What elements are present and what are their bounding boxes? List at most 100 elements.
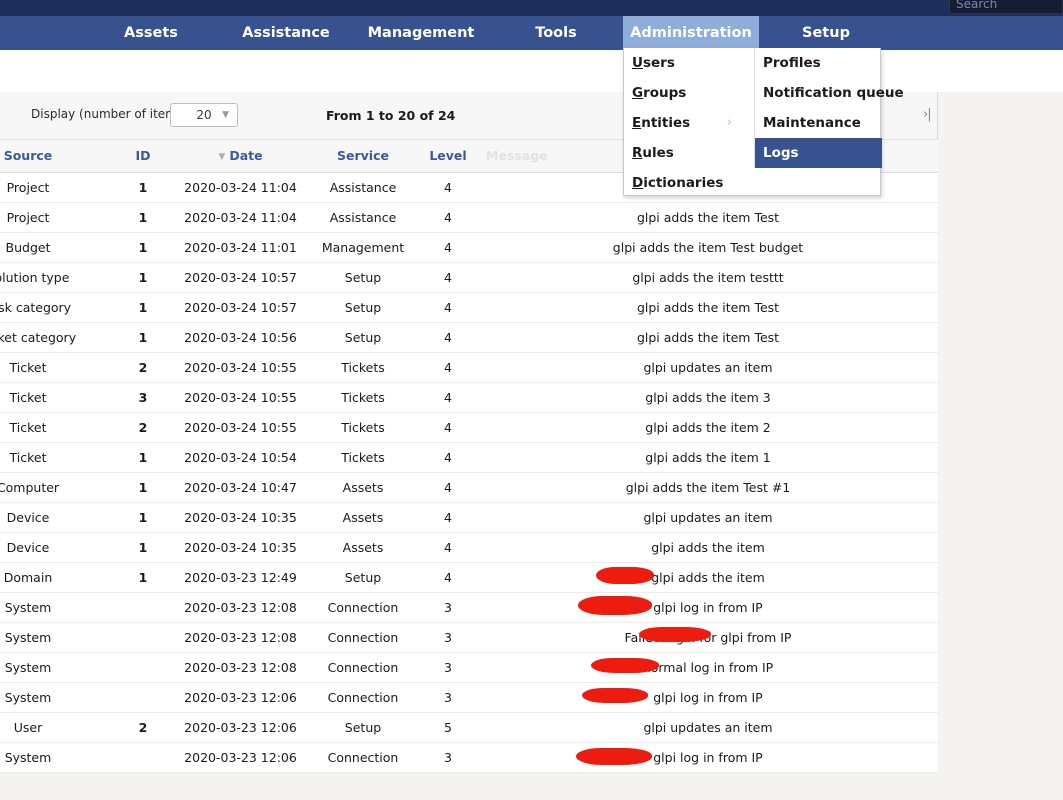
cell-id-text: 1 [138,239,148,255]
cell-source: User [0,712,113,743]
search-input[interactable]: Search [949,0,1063,14]
column-header-date[interactable]: ▼ Date [173,140,308,173]
main-menu-bar: Assets Assistance Management Tools Administr… [0,16,1063,50]
cell-service: Assistance [308,172,418,203]
table-row[interactable]: Ticket category 1 2020-03-24 10:56 Setup 4 gl… [0,322,938,353]
column-header-service[interactable]: Service [308,140,418,173]
cell-service-text: Assets [342,539,384,555]
cell-source-text: System [4,659,52,675]
cell-date-text: 2020-03-24 10:35 [184,539,297,555]
cell-date-text: 2020-03-23 12:06 [184,749,297,765]
table-row[interactable]: Device 1 2020-03-24 10:35 Assets 4 glpi adds … [0,532,938,563]
cell-service-text: Setup [344,569,382,585]
cell-level-text: 4 [444,389,452,405]
menu-item-setup[interactable]: Setup [781,16,871,50]
dropdown-item-label: Profiles [763,55,821,71]
cell-service: Tickets [308,442,418,473]
dropdown-column-right: Profiles Notification queue Maintenance Log… [754,48,904,168]
table-row[interactable]: System 2020-03-23 12:06 Connection 3 glpi lo… [0,682,938,713]
cell-source: Project [0,202,113,233]
menu-item-assets[interactable]: Assets [104,16,198,50]
last-page-icon[interactable]: ›| [923,107,932,122]
cell-service: Assets [308,502,418,533]
display-count-select[interactable]: 20 ▼ [170,103,238,127]
table-row[interactable]: Ticket 3 2020-03-24 10:55 Tickets 4 glpi adds… [0,382,938,413]
table-row[interactable]: Computer 1 2020-03-24 10:47 Assets 4 glpi add… [0,472,938,503]
cell-level: 4 [418,412,478,443]
cell-source: System [0,682,113,713]
cell-date: 2020-03-24 10:56 [173,322,308,353]
column-header-source[interactable]: Source [0,140,113,173]
menu-item-assistance[interactable]: Assistance [228,16,344,50]
table-row[interactable]: System 2020-03-23 12:06 Connection 3 glpi lo… [0,742,938,773]
dropdown-item-rules[interactable]: Rules [624,138,754,168]
column-header-id[interactable]: ID [113,140,173,173]
table-row[interactable]: Domain 1 2020-03-23 12:49 Setup 4 glpi adds t… [0,562,938,593]
redaction-mark [596,566,654,584]
table-row[interactable]: Budget 1 2020-03-24 11:01 Management 4 glpi a… [0,232,938,263]
cell-service: Connection [308,742,418,773]
table-row[interactable]: Task category 1 2020-03-24 10:57 Setup 4 glpi… [0,292,938,323]
cell-date-text: 2020-03-23 12:06 [184,689,297,705]
cell-date-text: 2020-03-24 11:04 [184,209,297,225]
menu-item-administration[interactable]: Administration [623,16,759,50]
cell-level-text: 4 [444,269,452,285]
cell-source: Budget [0,232,113,263]
cell-source: Device [0,502,113,533]
cell-message: Failed login for glpi from IP [478,622,938,653]
dropdown-item-logs[interactable]: Logs [755,138,882,168]
dropdown-item-maintenance[interactable]: Maintenance [755,108,882,138]
table-row[interactable]: Project 1 2020-03-24 11:04 Assistance 4 glpi … [0,202,938,233]
table-row[interactable]: Ticket 2 2020-03-24 10:55 Tickets 4 glpi upda… [0,352,938,383]
cell-source-text: Ticket [9,449,47,465]
cell-service: Tickets [308,352,418,383]
column-header-level[interactable]: Level [418,140,478,173]
cell-message: glpi adds the item 2 [478,412,938,443]
cell-message-text: glpi adds the item Test #1 [625,479,791,495]
cell-service: Connection [308,622,418,653]
table-row[interactable]: Solution type 1 2020-03-24 10:57 Setup 4 glpi… [0,262,938,293]
cell-service: Setup [308,322,418,353]
cell-date: 2020-03-23 12:06 [173,682,308,713]
cell-date-text: 2020-03-23 12:49 [184,569,297,585]
menu-item-management[interactable]: Management [358,16,484,50]
cell-date: 2020-03-23 12:06 [173,742,308,773]
table-row[interactable]: System 2020-03-23 12:08 Connection 3 normal … [0,652,938,683]
cell-date: 2020-03-23 12:08 [173,592,308,623]
table-row[interactable]: Ticket 1 2020-03-24 10:54 Tickets 4 glpi adds… [0,442,938,473]
cell-date-text: 2020-03-24 10:55 [184,419,297,435]
cell-level-text: 3 [444,659,452,675]
dropdown-item-label: Logs [763,145,799,161]
cell-message-text: glpi adds the item Test [636,299,780,315]
cell-source-text: Device [6,539,50,555]
cell-level: 4 [418,232,478,263]
accesskey-letter: D [632,175,644,191]
menu-item-tools[interactable]: Tools [512,16,600,50]
table-row[interactable]: System 2020-03-23 12:08 Connection 3 glpi lo… [0,592,938,623]
cell-id: 2 [113,352,173,383]
cell-message: glpi updates an item [478,352,938,383]
cell-message-text: glpi updates an item [643,509,773,525]
dropdown-item-label: roups [643,85,687,101]
dropdown-item-users[interactable]: Users [624,48,754,78]
dropdown-item-notification-queue[interactable]: Notification queue [755,78,904,108]
cell-message-text: glpi adds the item Test [636,329,780,345]
cell-service-text: Setup [344,329,382,345]
dropdown-item-groups[interactable]: Groups [624,78,754,108]
cell-source-text: System [4,599,52,615]
cell-source: Ticket [0,442,113,473]
dropdown-column-left: Users Groups Entities › Rules Dictionaries [624,48,754,198]
cell-level-text: 4 [444,329,452,345]
cell-service: Setup [308,562,418,593]
table-row[interactable]: System 2020-03-23 12:08 Connection 3 Failed … [0,622,938,653]
dropdown-item-dictionaries[interactable]: Dictionaries [624,168,754,198]
table-row[interactable]: User 2 2020-03-23 12:06 Setup 5 glpi updates … [0,712,938,743]
dropdown-item-profiles[interactable]: Profiles [755,48,882,78]
cell-service-text: Setup [344,719,382,735]
dropdown-item-entities[interactable]: Entities › [624,108,754,138]
cell-source: System [0,622,113,653]
sort-descending-icon: ▼ [218,152,226,163]
table-row[interactable]: Ticket 2 2020-03-24 10:55 Tickets 4 glpi adds… [0,412,938,443]
table-row[interactable]: Device 1 2020-03-24 10:35 Assets 4 glpi updat… [0,502,938,533]
cell-id-text: 1 [138,269,148,285]
